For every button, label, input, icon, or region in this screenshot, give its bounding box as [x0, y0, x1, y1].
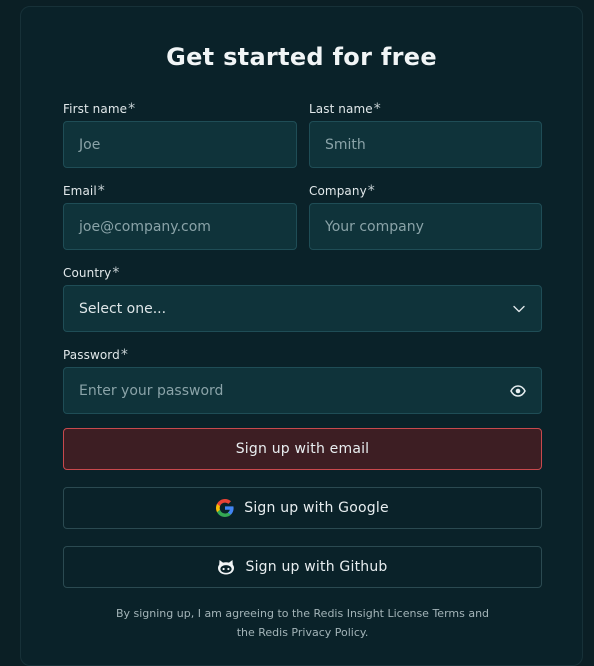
signup-email-button[interactable]: Sign up with email — [63, 428, 542, 470]
company-label: Company* — [309, 183, 542, 199]
password-input[interactable]: Enter your password — [63, 367, 542, 414]
last-name-placeholder: Smith — [325, 136, 366, 153]
form-title: Get started for free — [166, 43, 437, 71]
country-label: Country* — [63, 265, 542, 281]
company-field: Company* Your company — [309, 183, 542, 250]
github-icon — [217, 558, 235, 576]
company-placeholder: Your company — [325, 218, 424, 235]
required-mark: * — [128, 101, 136, 117]
google-icon — [216, 499, 234, 517]
eye-icon[interactable] — [510, 383, 526, 399]
company-label-text: Company — [309, 184, 367, 198]
email-input[interactable]: joe@company.com — [63, 203, 297, 250]
email-placeholder: joe@company.com — [79, 218, 211, 235]
country-select[interactable]: Select one... — [63, 285, 542, 332]
signup-github-label: Sign up with Github — [245, 559, 388, 575]
required-mark: * — [367, 183, 375, 199]
country-selected-value: Select one... — [79, 300, 167, 317]
legal-notice: By signing up, I am agreeing to the Redi… — [81, 604, 524, 642]
first-name-field: First name* Joe — [63, 101, 297, 168]
signup-card: Get started for free First name* Joe Las… — [20, 6, 583, 666]
country-label-text: Country — [63, 266, 112, 280]
required-mark: * — [97, 183, 105, 199]
company-input[interactable]: Your company — [309, 203, 542, 250]
email-label: Email* — [63, 183, 297, 199]
last-name-field: Last name* Smith — [309, 101, 542, 168]
signup-google-label: Sign up with Google — [244, 500, 389, 516]
required-mark: * — [120, 347, 128, 363]
first-name-label: First name* — [63, 101, 297, 117]
required-mark: * — [112, 265, 120, 281]
password-label: Password* — [63, 347, 542, 363]
password-label-text: Password — [63, 348, 120, 362]
first-name-placeholder: Joe — [79, 136, 101, 153]
signup-email-label: Sign up with email — [235, 441, 370, 457]
legal-line-2: the Redis Privacy Policy. — [236, 626, 369, 639]
password-field: Password* Enter your password — [63, 347, 542, 414]
chevron-down-icon — [512, 302, 526, 316]
email-label-text: Email — [63, 184, 97, 198]
first-name-input[interactable]: Joe — [63, 121, 297, 168]
last-name-input[interactable]: Smith — [309, 121, 542, 168]
legal-line-1: By signing up, I am agreeing to the Redi… — [115, 607, 490, 620]
signup-github-button[interactable]: Sign up with Github — [63, 546, 542, 588]
required-mark: * — [373, 101, 381, 117]
country-field: Country* Select one... — [63, 265, 542, 332]
last-name-label: Last name* — [309, 101, 542, 117]
signup-google-button[interactable]: Sign up with Google — [63, 487, 542, 529]
last-name-label-text: Last name — [309, 102, 373, 116]
first-name-label-text: First name — [63, 102, 128, 116]
email-field: Email* joe@company.com — [63, 183, 297, 250]
password-placeholder: Enter your password — [79, 382, 224, 399]
